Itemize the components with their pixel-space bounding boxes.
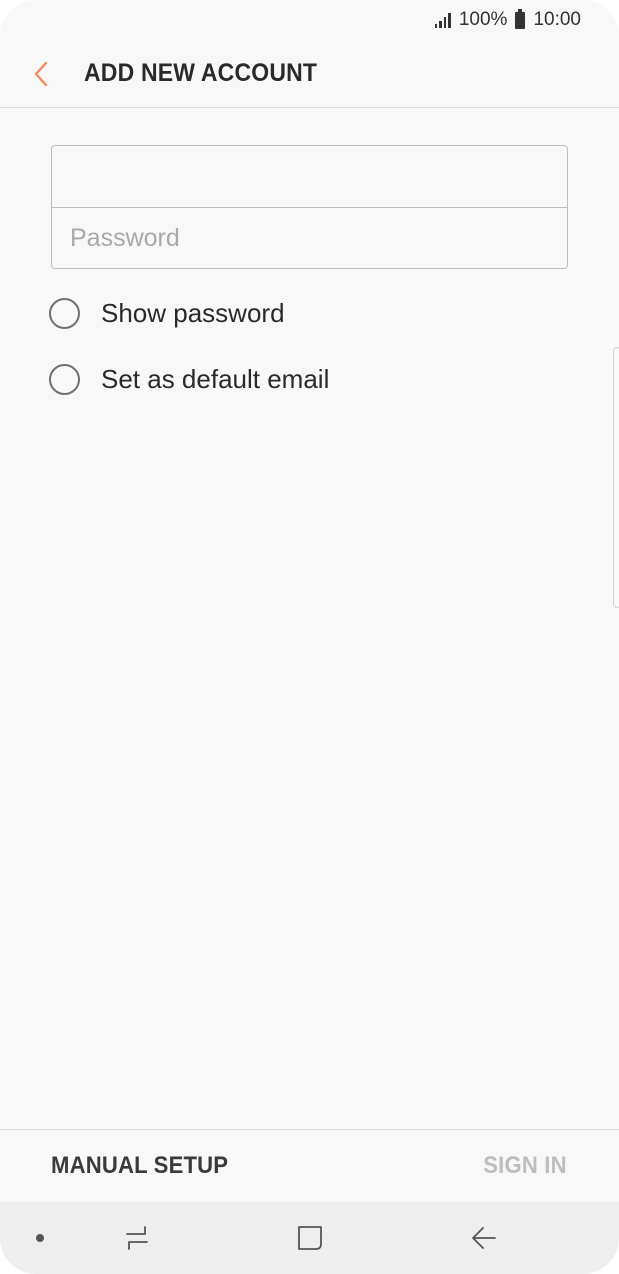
password-field[interactable]: [52, 208, 567, 269]
back-nav-button[interactable]: [458, 1202, 508, 1274]
show-password-label: Show password: [101, 298, 285, 328]
show-password-option[interactable]: Show password: [49, 298, 285, 329]
chevron-left-icon: [34, 61, 48, 86]
email-field[interactable]: [52, 146, 567, 207]
home-button[interactable]: [285, 1202, 335, 1274]
sign-in-button[interactable]: SIGN IN: [484, 1152, 567, 1180]
account-form: [51, 145, 568, 269]
app-bar: ADD NEW ACCOUNT: [0, 40, 619, 108]
clock: 10:00: [533, 9, 581, 30]
battery-percentage: 100%: [458, 9, 508, 30]
default-email-checkbox[interactable]: [49, 364, 80, 395]
home-icon: [298, 1226, 322, 1250]
recent-apps-button[interactable]: [112, 1202, 162, 1274]
default-email-label: Set as default email: [101, 364, 330, 394]
scroll-indicator[interactable]: [613, 347, 619, 608]
back-arrow-icon: [472, 1227, 496, 1249]
back-button[interactable]: [0, 40, 70, 108]
action-bar: MANUAL SETUP SIGN IN: [0, 1129, 619, 1202]
recent-apps-icon: [126, 1226, 148, 1250]
manual-setup-button[interactable]: MANUAL SETUP: [51, 1152, 228, 1180]
show-password-checkbox[interactable]: [49, 298, 80, 329]
battery-icon: [515, 8, 526, 29]
status-bar: 100% 10:00: [0, 0, 619, 40]
phone-screen: 100% 10:00 ADD NEW ACCOUNT Show password…: [0, 0, 619, 1274]
signal-icon: [434, 12, 451, 28]
default-email-option[interactable]: Set as default email: [49, 364, 329, 395]
navigation-bar: [0, 1202, 619, 1274]
page-title: ADD NEW ACCOUNT: [84, 59, 318, 87]
nav-dot[interactable]: [20, 1202, 60, 1274]
dot-icon: [36, 1234, 44, 1242]
